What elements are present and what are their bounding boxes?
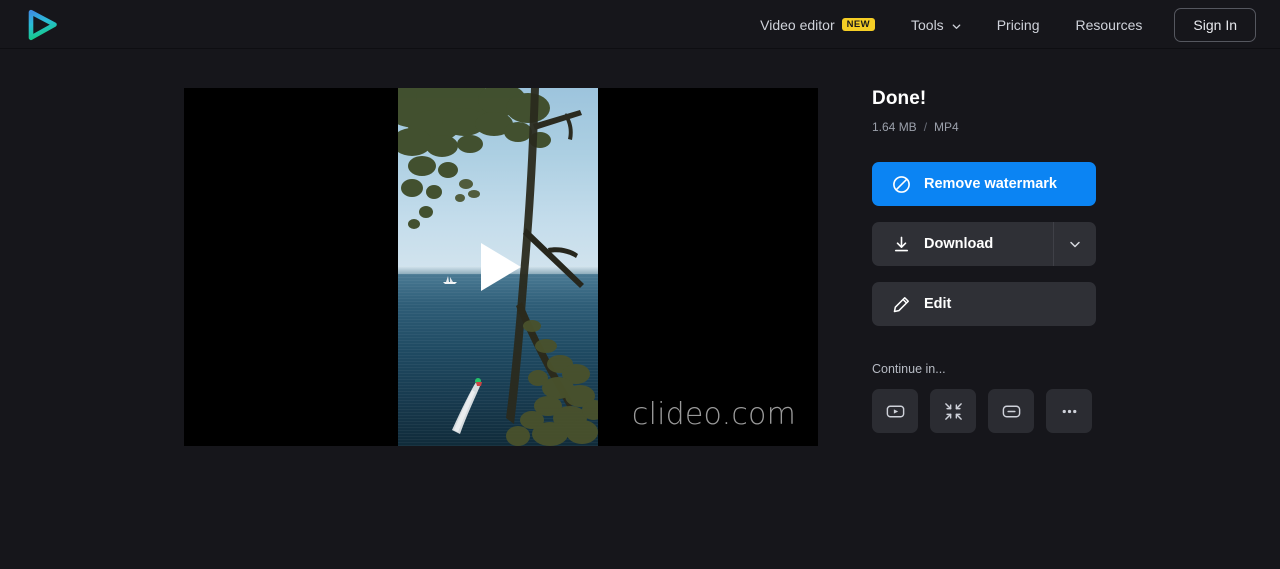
nav-resources-label: Resources xyxy=(1075,16,1143,33)
sign-in-button[interactable]: Sign In xyxy=(1174,7,1256,42)
result-panel: Done! 1.64 MB / MP4 Remove watermark Dow… xyxy=(872,88,1096,433)
page-title: Done! xyxy=(872,88,927,109)
main-content: clideo.com Done! 1.64 MB / MP4 Remove wa… xyxy=(0,49,1280,569)
nav-video-editor-label: Video editor xyxy=(760,16,835,33)
site-header: Video editor NEW Tools Pricing Resources… xyxy=(0,0,1280,49)
video-speedboat-wake xyxy=(452,378,482,434)
download-options-toggle[interactable] xyxy=(1054,222,1096,266)
nav-video-editor[interactable]: Video editor NEW xyxy=(742,0,893,49)
play-triangle-icon xyxy=(28,9,57,41)
new-badge: NEW xyxy=(841,17,875,32)
video-watermark: clideo.com xyxy=(631,397,796,432)
nav-tools[interactable]: Tools xyxy=(893,0,979,49)
download-label: Download xyxy=(924,236,994,252)
play-button[interactable] xyxy=(478,241,524,293)
nav-tools-label: Tools xyxy=(911,16,944,33)
continue-more-tools[interactable] xyxy=(1046,389,1092,433)
remove-watermark-label: Remove watermark xyxy=(924,176,1057,192)
play-icon xyxy=(481,243,521,291)
subtitle-box-icon xyxy=(1001,401,1022,422)
continue-compress-tool[interactable] xyxy=(930,389,976,433)
compress-arrows-icon xyxy=(943,401,964,422)
chevron-down-icon xyxy=(1068,237,1082,251)
main-navigation: Video editor NEW Tools Pricing Resources… xyxy=(742,0,1256,49)
remove-watermark-button[interactable]: Remove watermark xyxy=(872,162,1096,206)
nav-pricing-label: Pricing xyxy=(996,16,1040,33)
nav-pricing[interactable]: Pricing xyxy=(979,0,1058,49)
file-meta: 1.64 MB / MP4 xyxy=(872,120,1096,134)
video-player[interactable]: clideo.com xyxy=(184,88,818,446)
file-format: MP4 xyxy=(934,120,959,134)
pencil-icon xyxy=(892,295,911,314)
video-sailboat xyxy=(443,276,457,284)
continue-subtitle-tool[interactable] xyxy=(988,389,1034,433)
chevron-down-icon xyxy=(951,21,961,31)
nav-resources[interactable]: Resources xyxy=(1057,0,1160,49)
file-size: 1.64 MB xyxy=(872,120,917,134)
download-button-group: Download xyxy=(872,222,1096,266)
edit-button[interactable]: Edit xyxy=(872,282,1096,326)
video-play-rect-icon xyxy=(885,401,906,422)
clideo-play-logo[interactable] xyxy=(26,9,58,41)
no-watermark-icon xyxy=(892,175,911,194)
download-icon xyxy=(892,235,911,254)
meta-separator: / xyxy=(923,120,928,134)
continue-video-tool[interactable] xyxy=(872,389,918,433)
continue-in-label: Continue in... xyxy=(872,362,946,376)
edit-label: Edit xyxy=(924,296,952,312)
continue-in-tools xyxy=(872,389,1096,433)
download-button[interactable]: Download xyxy=(872,222,1054,266)
ellipsis-icon xyxy=(1059,401,1080,422)
